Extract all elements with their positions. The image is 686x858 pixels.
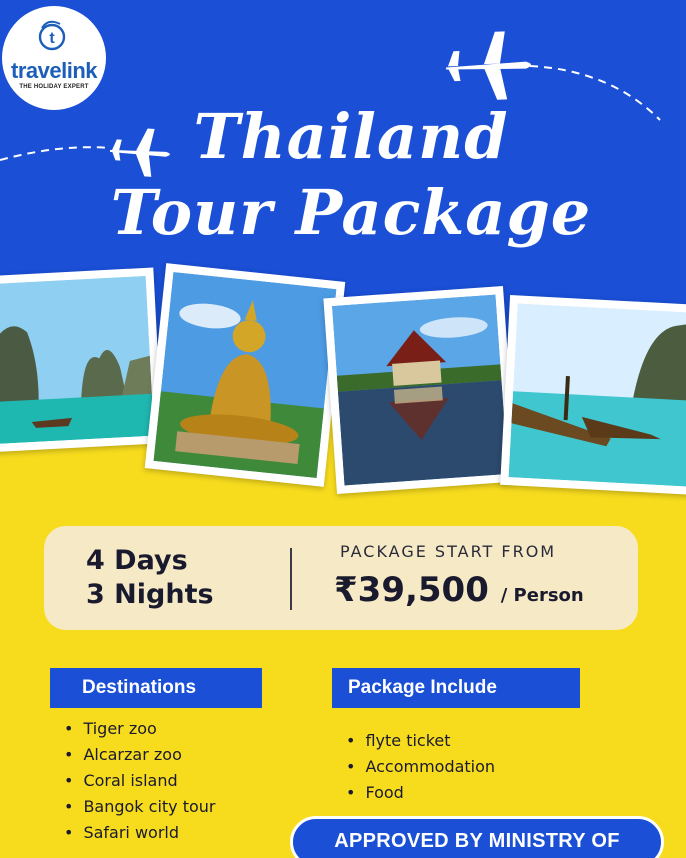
brand-name: travelink <box>11 58 98 83</box>
list-item: Coral island <box>64 768 216 794</box>
list-item: Tiger zoo <box>64 716 216 742</box>
card-divider <box>290 548 292 610</box>
list-item: Safari world <box>64 820 216 846</box>
nights-label: 3 Nights <box>86 579 214 610</box>
package-include-heading: Package Include <box>332 668 580 708</box>
title-line-2: Tour Package <box>110 176 592 249</box>
list-item: Accommodation <box>346 754 495 780</box>
approval-badge: APPROVED BY MINISTRY OF TOURISM <box>290 816 664 858</box>
brand-tagline: THE HOLIDAY EXPERT <box>19 84 89 90</box>
airplane-icon <box>446 31 531 100</box>
list-item: flyte ticket <box>346 728 495 754</box>
days-label: 4 Days <box>86 545 188 576</box>
list-item: Food <box>346 780 495 806</box>
price-text: ₹39,500 / Person <box>334 570 584 610</box>
golden-buddha-photo <box>144 263 346 487</box>
price-per-person: / Person <box>500 585 584 606</box>
destinations-list: Tiger zoo Alcarzar zoo Coral island Bang… <box>64 716 216 846</box>
logo-mark-icon: t <box>38 20 66 51</box>
package-include-list: flyte ticket Accommodation Food <box>346 728 495 806</box>
price-start-label: PACKAGE START FROM <box>340 542 557 561</box>
temple-reflection-photo <box>323 285 517 495</box>
travelink-logo: t travelink THE HOLIDAY EXPERT <box>2 6 106 110</box>
list-item: Alcarzar zoo <box>64 742 216 768</box>
package-summary-card: 4 Days 3 Nights PACKAGE START FROM ₹39,5… <box>44 526 638 630</box>
price-amount: ₹39,500 <box>334 570 489 610</box>
list-item: Bangok city tour <box>64 794 215 820</box>
logo-letter: t <box>49 30 55 47</box>
longtail-boats-photo <box>500 295 686 495</box>
destinations-heading: Destinations <box>50 668 262 708</box>
duration-text: 4 Days 3 Nights <box>86 544 214 612</box>
title-line-1: Thailand <box>193 100 509 173</box>
limestone-island-photo <box>0 267 163 453</box>
